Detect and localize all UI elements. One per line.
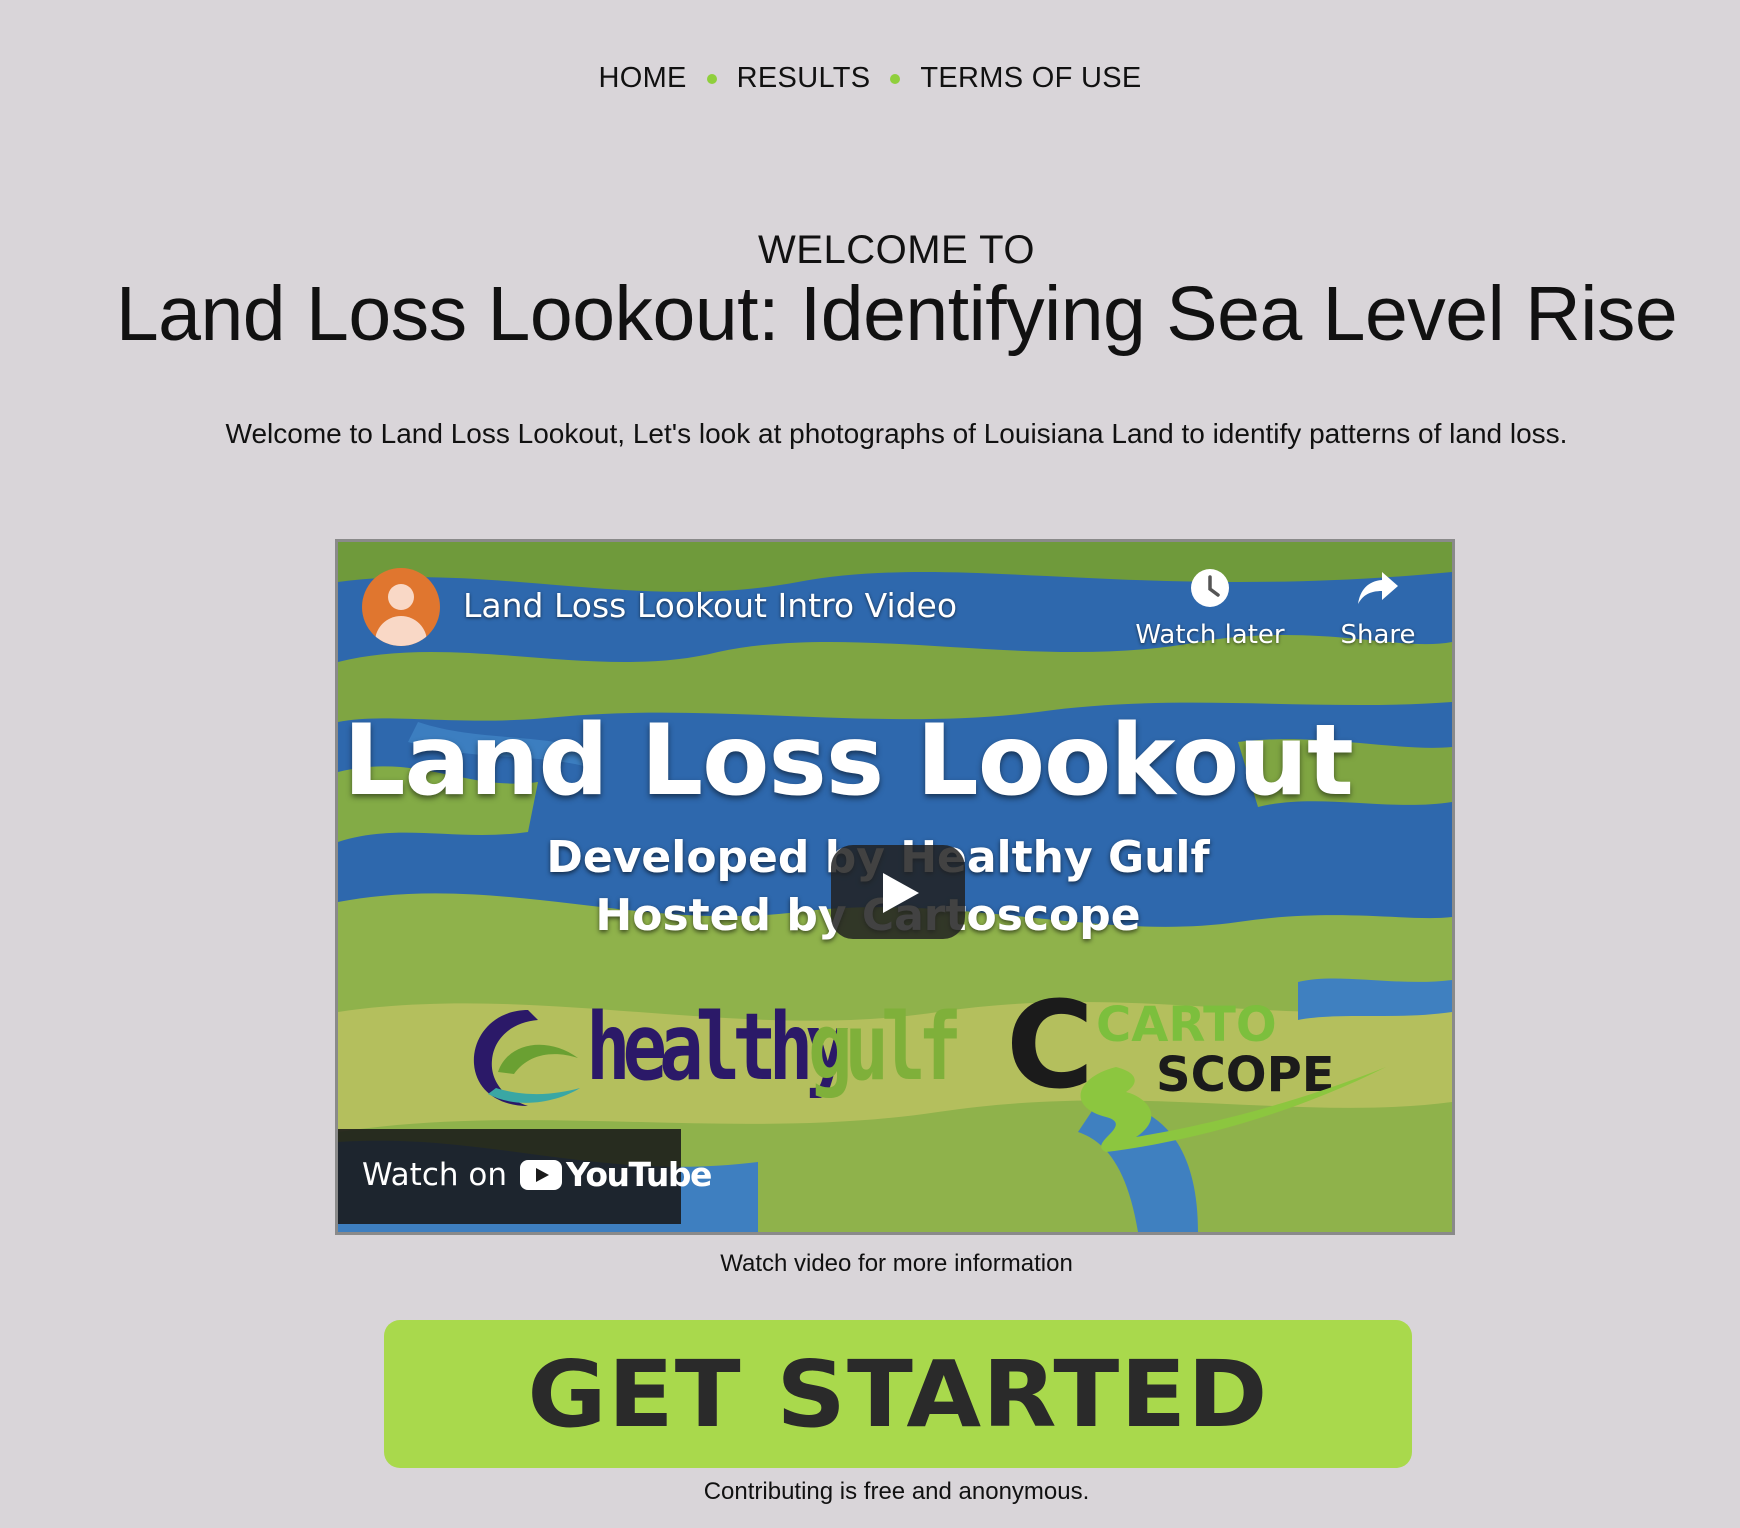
cartoscope-logo-carto-text: CARTO — [1096, 997, 1277, 1053]
healthy-gulf-wave-icon — [473, 1010, 580, 1106]
welcome-kicker: WELCOME TO — [758, 228, 1035, 272]
watch-on-label: Watch on — [362, 1157, 507, 1193]
clock-icon — [1191, 569, 1229, 607]
share-arrow-icon — [1358, 572, 1398, 604]
watch-on-youtube-button[interactable]: Watch on YouTube — [338, 1129, 712, 1224]
intro-text: Welcome to Land Loss Lookout, Let's look… — [225, 418, 1568, 449]
nav-separator-dot — [890, 73, 901, 84]
healthy-gulf-logo-gulf-text: gulf — [808, 994, 962, 1102]
nav-results-link[interactable]: RESULTS — [737, 62, 871, 95]
share-label: Share — [1340, 620, 1416, 650]
video-player[interactable]: Land Loss Lookout Intro Video Watch late… — [335, 539, 1455, 1235]
watch-later-button[interactable]: Watch later — [1135, 568, 1285, 650]
video-caption: Watch video for more information — [720, 1250, 1073, 1277]
youtube-wordmark: YouTube — [566, 1155, 712, 1194]
nav-home-link[interactable]: HOME — [598, 62, 686, 95]
video-title[interactable]: Land Loss Lookout Intro Video — [463, 586, 957, 625]
share-button[interactable]: Share — [1328, 568, 1428, 650]
nav-terms-link[interactable]: TERMS OF USE — [920, 62, 1141, 95]
nav-separator-dot — [706, 73, 717, 84]
channel-avatar[interactable] — [362, 568, 440, 646]
cartoscope-swoosh-icon — [1080, 1067, 1386, 1152]
play-button[interactable] — [831, 845, 965, 939]
top-nav: HOME RESULTS TERMS OF USE — [0, 62, 1740, 95]
healthy-gulf-logo-healthy-text: healthy — [586, 994, 850, 1102]
video-overlay-title: Land Loss Lookout — [343, 704, 1354, 818]
get-started-label: GET STARTED — [527, 1340, 1269, 1448]
get-started-button[interactable]: GET STARTED — [384, 1320, 1412, 1468]
watch-later-label: Watch later — [1135, 620, 1285, 650]
contribution-note: Contributing is free and anonymous. — [703, 1478, 1090, 1505]
page-title: Land Loss Lookout: Identifying Sea Level… — [115, 271, 1678, 357]
youtube-logo-icon — [520, 1160, 562, 1190]
